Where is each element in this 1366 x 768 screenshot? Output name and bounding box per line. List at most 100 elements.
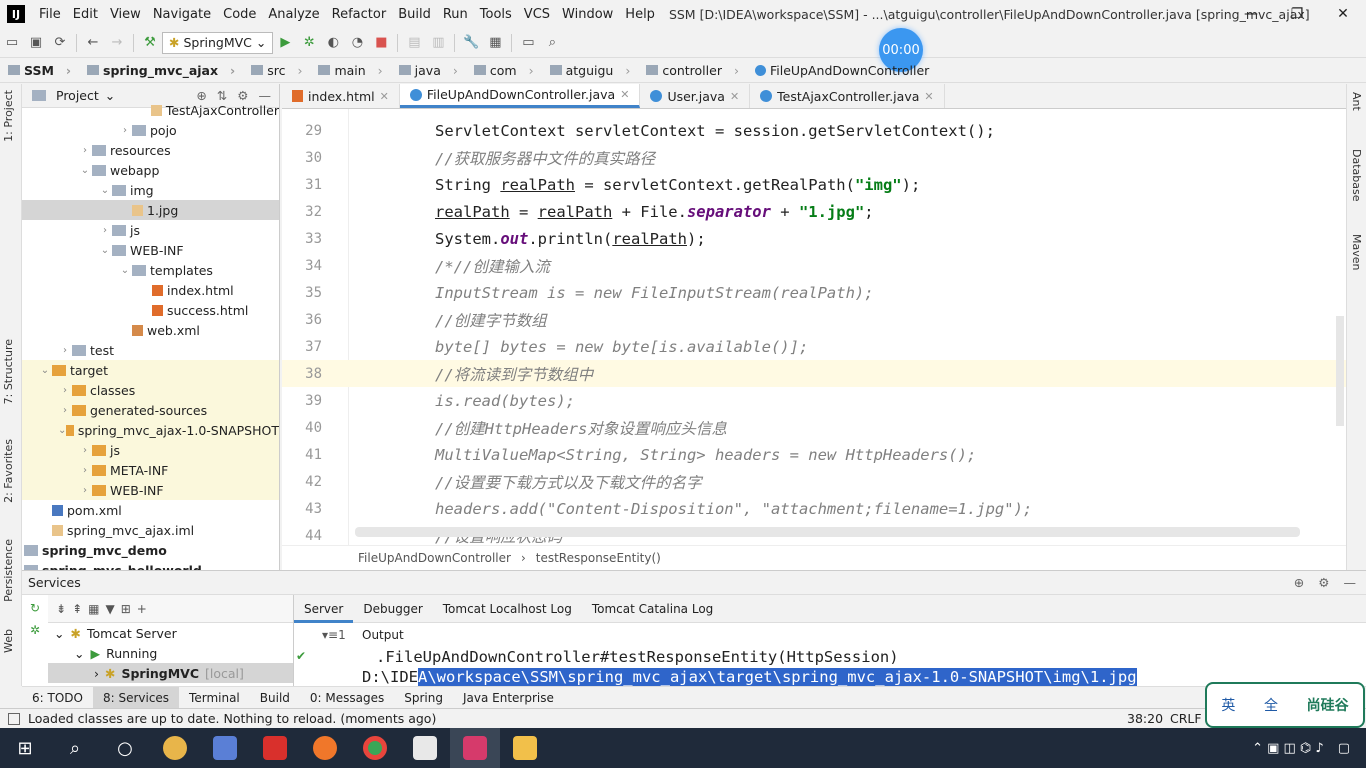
code-line[interactable]: 39 is.read(bytes);: [282, 387, 1346, 414]
code-line[interactable]: 29 ServletContext servletContext = sessio…: [282, 117, 1346, 144]
tree-item[interactable]: › WEB-INF: [22, 480, 279, 500]
task-view-icon[interactable]: ○: [100, 728, 150, 768]
bottom-tab[interactable]: 0: Messages: [300, 687, 394, 709]
settings-wrench-icon[interactable]: 🔧: [459, 31, 483, 55]
breadcrumb-item[interactable]: FileUpAndDownController: [747, 63, 949, 78]
run-icon[interactable]: ▶: [273, 31, 297, 55]
bottom-tab[interactable]: Build: [250, 687, 300, 709]
code-line[interactable]: 33 System. out .println(realPath);: [282, 225, 1346, 252]
open-icon[interactable]: ▭: [0, 31, 24, 55]
tree-item[interactable]: › generated-sources: [22, 400, 279, 420]
debug-icon[interactable]: ✲: [297, 31, 321, 55]
tool-tab-structure[interactable]: 7: Structure: [2, 339, 15, 404]
services-tab[interactable]: Server: [294, 595, 354, 623]
tool-tab-web[interactable]: Web: [2, 629, 15, 653]
menu-analyze[interactable]: Analyze: [262, 7, 325, 22]
tree-item[interactable]: › pojo: [22, 120, 279, 140]
chevron-icon[interactable]: ⌄: [98, 245, 112, 256]
tree-item[interactable]: spring_mvc_helloworld: [22, 560, 279, 570]
sync-icon[interactable]: ⟳: [48, 31, 72, 55]
collapse-all-icon[interactable]: ⇞: [72, 602, 82, 616]
tree-item[interactable]: ⌄ WEB-INF: [22, 240, 279, 260]
tree-springmvc[interactable]: › ✱ SpringMVC [local]: [48, 663, 293, 683]
close-button[interactable]: ✕: [1320, 0, 1366, 28]
tree-item[interactable]: web.xml: [22, 320, 279, 340]
code-line[interactable]: 30 //获取服务器中文件的真实路径: [282, 144, 1346, 171]
chevron-icon[interactable]: ›: [78, 485, 92, 496]
stop-icon[interactable]: ■: [369, 31, 393, 55]
app-icon[interactable]: [150, 728, 200, 768]
menu-code[interactable]: Code: [217, 7, 262, 22]
debug-icon[interactable]: ✲: [30, 623, 40, 637]
search-icon[interactable]: ⌕: [540, 31, 564, 55]
menu-file[interactable]: File: [33, 7, 67, 22]
explorer-icon[interactable]: [500, 728, 550, 768]
globe-icon[interactable]: ⊕: [1294, 575, 1304, 590]
editor-tab[interactable]: index.html ✕: [282, 84, 400, 108]
menu-build[interactable]: Build: [392, 7, 437, 22]
rerun-icon[interactable]: ↻: [30, 601, 40, 615]
ime-widget[interactable]: 英 全 尚硅谷: [1205, 682, 1365, 728]
bottom-tab[interactable]: 6: TODO: [22, 687, 93, 709]
tool-tab-persistence[interactable]: Persistence: [2, 539, 15, 602]
caret-position[interactable]: 38:20: [1127, 711, 1163, 726]
tree-tomcat-server[interactable]: ⌄ ✱ Tomcat Server: [48, 623, 293, 643]
back-icon[interactable]: ←: [81, 31, 105, 55]
horizontal-scrollbar[interactable]: [355, 527, 1300, 537]
code-line[interactable]: 34 /*//创建输入流: [282, 252, 1346, 279]
breadcrumb-item[interactable]: java: [391, 63, 466, 78]
menu-run[interactable]: Run: [437, 7, 474, 22]
code-line[interactable]: 41 MultiValueMap<String, String> headers …: [282, 441, 1346, 468]
typora-icon[interactable]: [400, 728, 450, 768]
tool-tab-maven[interactable]: Maven: [1350, 234, 1363, 270]
tree-item[interactable]: › js: [22, 220, 279, 240]
chevron-icon[interactable]: ›: [78, 145, 92, 156]
breadcrumb-item[interactable]: main: [310, 63, 390, 78]
project-panel-title[interactable]: Project: [56, 88, 99, 103]
chevron-icon[interactable]: ›: [118, 125, 132, 136]
code-line[interactable]: 37 byte[] bytes = new byte[is.available()…: [282, 333, 1346, 360]
chevron-icon[interactable]: ›: [98, 225, 112, 236]
search-icon[interactable]: ⌕: [50, 728, 100, 768]
intellij-icon[interactable]: [450, 728, 500, 768]
chevron-icon[interactable]: ›: [58, 345, 72, 356]
tool-tab-favorites[interactable]: 2: Favorites: [2, 439, 15, 503]
project-structure-icon[interactable]: ▦: [483, 31, 507, 55]
chevron-icon[interactable]: ›: [78, 445, 92, 456]
bottom-tab[interactable]: Spring: [394, 687, 453, 709]
bottom-tab[interactable]: Java Enterprise: [453, 687, 564, 709]
notification-icon[interactable]: ▢: [1338, 741, 1350, 756]
chrome-icon[interactable]: [350, 728, 400, 768]
close-tab-icon[interactable]: ✕: [380, 90, 389, 103]
status-toggle-icon[interactable]: [8, 712, 20, 725]
bottom-tab[interactable]: 8: Services: [92, 686, 180, 709]
code-line[interactable]: 31 String realPath = servletContext.getRe…: [282, 171, 1346, 198]
tree-item[interactable]: TestAjaxController: [22, 100, 279, 120]
code-line[interactable]: 38 //将流读到字节数组中: [282, 360, 1346, 387]
gear-icon[interactable]: ⚙: [237, 88, 248, 103]
code-line[interactable]: 40 //创建HttpHeaders对象设置响应头信息: [282, 414, 1346, 441]
youdao-icon[interactable]: [250, 728, 300, 768]
vertical-scrollbar[interactable]: [1336, 316, 1344, 426]
tool-tab-database[interactable]: Database: [1350, 149, 1363, 202]
tree-item[interactable]: ⌄ spring_mvc_ajax-1.0-SNAPSHOT: [22, 420, 279, 440]
close-tab-icon[interactable]: ✕: [924, 90, 933, 103]
app-icon[interactable]: [200, 728, 250, 768]
new-tab-icon[interactable]: ⊞: [121, 602, 131, 616]
menu-vcs[interactable]: VCS: [518, 7, 556, 22]
editor-tab[interactable]: TestAjaxController.java ✕: [750, 84, 945, 108]
hide-icon[interactable]: —: [259, 88, 272, 103]
start-icon[interactable]: ⊞: [0, 728, 50, 768]
chevron-icon[interactable]: ›: [78, 465, 92, 476]
group-icon[interactable]: ▦: [88, 602, 99, 616]
tree-item[interactable]: › classes: [22, 380, 279, 400]
add-icon[interactable]: +: [137, 602, 147, 616]
forward-icon[interactable]: →: [105, 31, 129, 55]
tree-item[interactable]: › test: [22, 340, 279, 360]
run-config-select[interactable]: ✱ SpringMVC ⌄: [162, 31, 274, 54]
chevron-icon[interactable]: ›: [58, 405, 72, 416]
tree-item[interactable]: › resources: [22, 140, 279, 160]
menu-edit[interactable]: Edit: [67, 7, 104, 22]
line-separator[interactable]: CRLF: [1170, 711, 1202, 726]
menu-window[interactable]: Window: [556, 7, 619, 22]
